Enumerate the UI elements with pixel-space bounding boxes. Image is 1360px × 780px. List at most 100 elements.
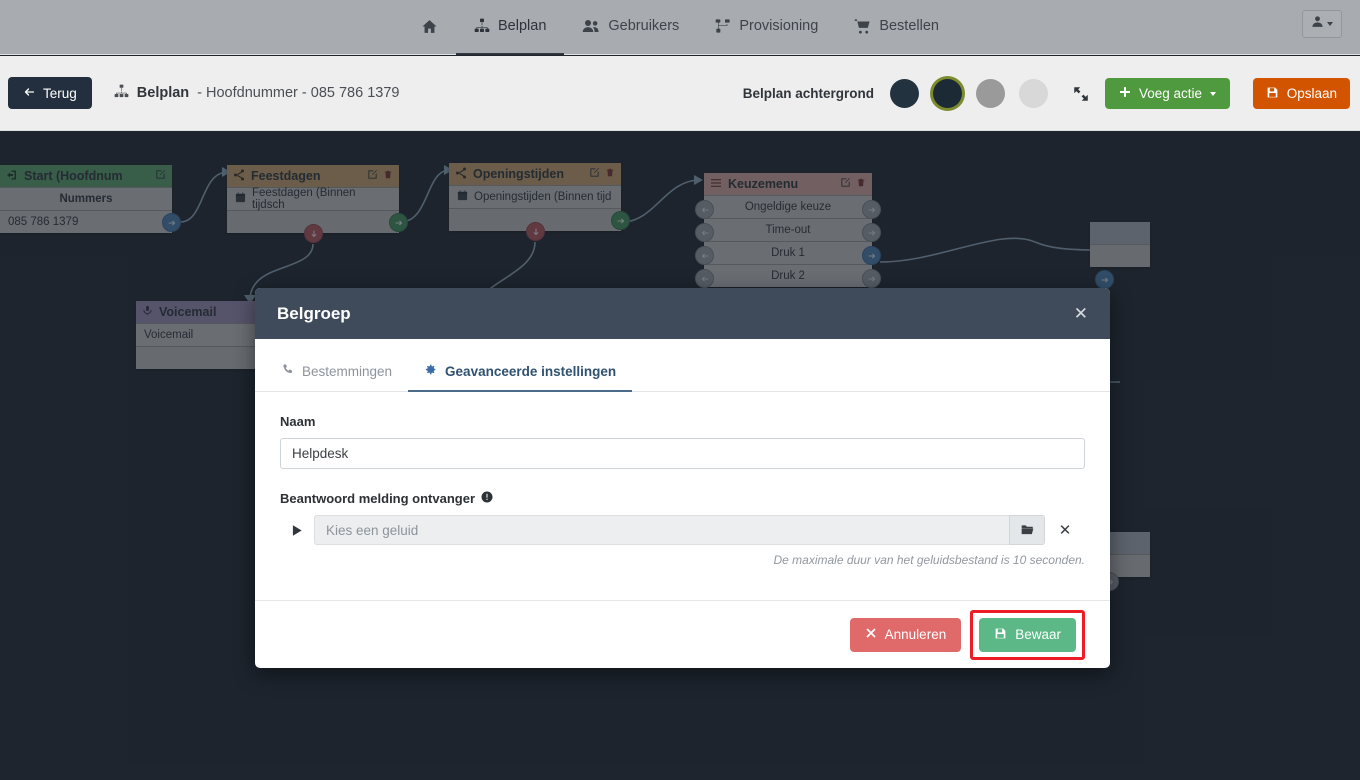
keuzemenu-in-port-1[interactable] [695,223,714,242]
info-circle-icon[interactable] [481,491,493,506]
keuzemenu-out-port-3[interactable] [862,269,881,288]
node-keuzemenu-header[interactable]: Keuzemenu [704,173,872,195]
node-openingstijden-true-port[interactable] [611,211,630,230]
node-feestdagen-label: Feestdagen (Binnen tijdsch [252,187,356,211]
node-partial-right-top[interactable] [1090,222,1150,289]
node-start-output-port[interactable] [162,213,181,232]
node-keuzemenu-actions[interactable] [840,177,866,191]
node-feestdagen-false-port[interactable] [304,224,323,243]
node-start[interactable]: Start (Hoofdnum Nummers 085 786 1379 [0,165,181,233]
cancel-button[interactable]: Annuleren [849,617,962,652]
keuzemenu-out-port-1[interactable] [862,223,881,242]
node-openingstijden[interactable]: Openingstijden Openingstijden (Binnen ti… [449,163,630,241]
folder-open-icon[interactable] [1009,515,1045,545]
node-feestdagen-true-port[interactable] [389,213,408,232]
nav-bestellen[interactable]: Bestellen [836,0,957,55]
nav-provisioning[interactable]: Provisioning [697,0,836,55]
nav-belplan[interactable]: Belplan [456,0,565,55]
keuzemenu-in-port-3[interactable] [695,269,714,288]
partial-top-port[interactable] [1095,270,1114,289]
node-feestdagen-title: Feestdagen [251,169,321,183]
node-openingstijden-label: Openingstijden (Binnen tijd [474,191,612,203]
node-keuzemenu-row-ongeldige: Ongeldige keuze [704,195,872,218]
save-button[interactable]: Bewaar [979,617,1076,652]
keuzemenu-out-port-0[interactable] [862,200,881,219]
node-keuzemenu[interactable]: Keuzemenu Ongeldige keuze Time-out Druk … [695,173,881,288]
node-voicemail-label: Voicemail [144,329,194,341]
users-icon [582,18,600,34]
node-feestdagen-actions[interactable] [367,169,393,183]
node-keuzemenu-label-3: Druk 2 [771,270,805,282]
node-keuzemenu-row-druk1: Druk 1 [704,241,872,264]
close-icon[interactable]: ✕ [1074,305,1088,322]
edit-icon[interactable] [155,169,166,183]
trash-icon[interactable] [605,167,615,181]
node-openingstijden-false-port[interactable] [526,222,545,241]
trash-icon[interactable] [383,169,393,183]
swatch-4[interactable] [1019,79,1048,108]
swatch-1[interactable] [890,79,919,108]
node-openingstijden-header[interactable]: Openingstijden [449,163,621,185]
swatch-2-selected[interactable] [933,79,962,108]
tab-bestemmingen-label: Bestemmingen [302,363,393,379]
keuzemenu-in-port-0[interactable] [695,200,714,219]
trash-icon[interactable] [856,177,866,191]
play-icon[interactable] [280,515,314,545]
tab-bestemmingen[interactable]: Bestemmingen [265,357,408,392]
belgroep-modal: Belgroep ✕ Bestemmingen Geavanceerde ins… [255,288,1110,668]
gear-icon [424,363,437,379]
add-action-button[interactable]: Voeg actie [1104,78,1230,109]
node-start-row-number: 085 786 1379 [0,210,172,233]
swatch-3[interactable] [976,79,1005,108]
edit-icon[interactable] [589,167,600,181]
sound-picker-row: Kies een geluid ✕ [280,515,1085,545]
node-partial-right-top-header[interactable] [1090,222,1150,244]
share-alt-icon [233,169,245,184]
nav-provisioning-label: Provisioning [739,18,819,34]
sound-field[interactable]: Kies een geluid [314,515,1009,545]
nav-home[interactable] [403,0,456,55]
account-menu-button[interactable] [1302,10,1342,38]
phone-icon [281,363,294,379]
node-start-row-label: Nummers [59,193,113,205]
times-icon [865,627,877,642]
back-button[interactable]: Terug [8,77,92,109]
tab-geavanceerde-label: Geavanceerde instellingen [445,363,617,379]
node-feestdagen-header[interactable]: Feestdagen [227,165,399,187]
microphone-icon [142,305,153,319]
page-subheader: Terug Belplan - Hoofdnummer - 085 786 13… [0,56,1360,131]
edit-icon[interactable] [840,177,851,191]
breadcrumb: Belplan - Hoofdnummer - 085 786 1379 [114,84,399,103]
background-picker: Belplan achtergrond [743,56,1090,131]
chevron-down-icon [1210,91,1216,96]
node-feestdagen[interactable]: Feestdagen Feestdagen (Binnen tijdsch [227,165,408,243]
sound-placeholder: Kies een geluid [326,522,419,538]
add-action-label: Voeg actie [1138,86,1202,101]
expand-arrows-icon[interactable] [1072,85,1090,103]
tab-geavanceerde-instellingen[interactable]: Geavanceerde instellingen [408,357,633,392]
chevron-down-icon [1327,22,1333,26]
modal-body: Naam Beantwoord melding ontvanger Kies e… [255,392,1110,600]
keuzemenu-out-port-2[interactable] [862,246,881,265]
save-plan-button[interactable]: Opslaan [1252,78,1350,109]
provisioning-icon [715,18,731,34]
nav-gebruikers[interactable]: Gebruikers [564,0,697,55]
share-alt-icon [455,167,467,182]
node-openingstijden-actions[interactable] [589,167,615,181]
calendar-icon [457,190,468,204]
sound-duration-hint: De maximale duur van het geluidsbestand … [773,553,1085,567]
node-keuzemenu-label-1: Time-out [765,224,811,236]
node-keuzemenu-title: Keuzemenu [728,177,799,191]
save-button-highlight: Bewaar [970,609,1085,660]
modal-tabs: Bestemmingen Geavanceerde instellingen [255,339,1110,392]
naam-input[interactable] [280,438,1085,469]
clear-sound-button[interactable]: ✕ [1045,515,1085,545]
naam-label-text: Naam [280,414,316,429]
sitemap-icon [114,84,129,103]
node-start-header[interactable]: Start (Hoofdnum [0,165,172,187]
keuzemenu-in-port-2[interactable] [695,246,714,265]
plus-icon [1119,86,1131,101]
node-start-actions[interactable] [155,169,166,183]
back-button-label: Terug [43,85,77,101]
edit-icon[interactable] [367,169,378,183]
